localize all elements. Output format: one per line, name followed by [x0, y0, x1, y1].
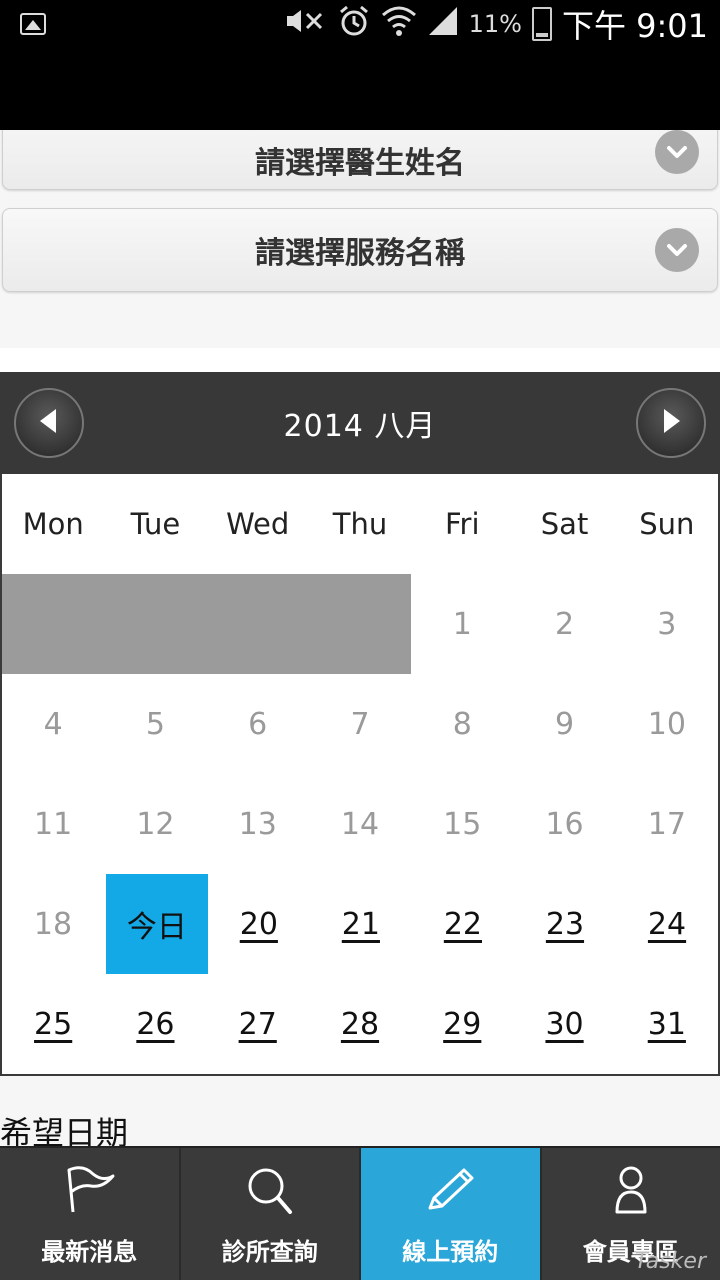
user-icon	[601, 1162, 661, 1232]
service-select-label: 請選擇服務名稱	[255, 236, 465, 271]
calendar-title: 2014 八月	[283, 409, 437, 444]
calendar-week: 25 26 27 28 29 30 31	[2, 974, 718, 1074]
mute-icon	[281, 6, 327, 43]
wifi-icon	[381, 5, 417, 44]
calendar-day: 1	[452, 606, 472, 642]
calendar-day[interactable]: 29	[411, 974, 513, 1074]
calendar-day[interactable]: 20	[208, 874, 310, 974]
empty-day	[2, 574, 105, 674]
calendar-day: 17	[647, 806, 686, 842]
calendar-day[interactable]: 25	[2, 974, 104, 1074]
arrow-right-icon	[654, 404, 688, 442]
calendar-day: 16	[545, 806, 584, 842]
empty-day	[104, 574, 207, 674]
weekday-label: Sun	[639, 507, 695, 541]
flag-icon	[59, 1162, 119, 1232]
calendar-day[interactable]: 30	[513, 974, 615, 1074]
signal-icon	[427, 5, 459, 44]
calendar-day: 2	[555, 606, 575, 642]
calendar-day: 11	[34, 806, 73, 842]
tab-online-booking[interactable]: 線上預約	[361, 1148, 542, 1280]
calendar-week: 1 2 3	[2, 574, 718, 674]
calendar-week: 18 今日 20 21 22 23 24	[2, 874, 718, 974]
watermark: Tasker	[634, 1249, 706, 1274]
calendar-day: 7	[350, 706, 370, 742]
calendar-header: 2014 八月	[0, 372, 720, 474]
battery-icon	[531, 7, 552, 41]
calendar-day[interactable]: 23	[514, 874, 616, 974]
pencil-icon	[420, 1162, 480, 1232]
calendar-day[interactable]: 24	[616, 874, 718, 974]
calendar-day[interactable]: 22	[412, 874, 514, 974]
calendar-day-today[interactable]: 今日	[106, 874, 208, 974]
weekday-label: Thu	[332, 507, 388, 541]
calendar-day: 18	[33, 906, 73, 942]
calendar-grid: Mon Tue Wed Thu Fri Sat Sun 1 2 3 4 5 6 …	[0, 474, 720, 1076]
calendar-day: 9	[555, 706, 575, 742]
calendar-day: 12	[136, 806, 175, 842]
calendar-day: 14	[340, 806, 380, 842]
calendar-day: 15	[443, 806, 482, 842]
chevron-down-icon	[655, 228, 699, 272]
arrow-left-icon	[32, 404, 66, 442]
doctor-select-label: 請選擇醫生姓名	[255, 146, 465, 181]
service-select[interactable]: 請選擇服務名稱	[2, 208, 718, 292]
calendar-day[interactable]: 31	[616, 974, 718, 1074]
search-icon	[240, 1162, 300, 1232]
tab-label: 診所查詢	[221, 1237, 318, 1266]
tab-clinic-search[interactable]: 診所查詢	[181, 1148, 361, 1280]
app-header	[0, 48, 720, 130]
calendar-day[interactable]: 27	[207, 974, 309, 1074]
calendar-week: 4 5 6 7 8 9 10	[2, 674, 718, 774]
next-month-button[interactable]	[636, 388, 706, 458]
weekday-label: Fri	[444, 507, 480, 541]
calendar-day: 5	[145, 706, 165, 742]
separator	[0, 348, 720, 372]
calendar-day: 3	[657, 606, 677, 642]
weekday-label: Sat	[540, 507, 589, 541]
calendar-day: 13	[238, 806, 277, 842]
calendar-day: 6	[248, 706, 268, 742]
clock: 下午 9:01	[561, 7, 708, 45]
tab-label: 線上預約	[402, 1237, 499, 1266]
calendar-week: 11 12 13 14 15 16 17	[2, 774, 718, 874]
empty-day	[308, 574, 412, 674]
calendar-day: 10	[647, 706, 686, 742]
prev-month-button[interactable]	[14, 388, 84, 458]
tab-member-area[interactable]: 會員專區 Tasker	[542, 1148, 720, 1280]
calendar-day[interactable]: 21	[310, 874, 412, 974]
weekday-header-row: Mon Tue Wed Thu Fri Sat Sun	[2, 474, 718, 574]
empty-day	[206, 574, 309, 674]
weekday-label: Wed	[226, 507, 290, 541]
weekday-label: Mon	[22, 507, 84, 541]
calendar-day[interactable]: 26	[104, 974, 206, 1074]
status-bar: 11% 下午 9:01	[0, 0, 720, 48]
tab-news[interactable]: 最新消息	[0, 1148, 181, 1280]
chevron-down-icon	[655, 130, 699, 174]
weekday-label: Tue	[130, 507, 181, 541]
calendar-day: 8	[452, 706, 472, 742]
calendar-day[interactable]: 28	[309, 974, 411, 1074]
bottom-navigation: 最新消息 診所查詢 線上預約 會員專區 Tasker	[0, 1146, 720, 1280]
calendar-day: 4	[43, 706, 63, 742]
tab-label: 最新消息	[41, 1237, 138, 1266]
image-icon	[20, 13, 46, 35]
battery-percent: 11%	[468, 10, 522, 38]
alarm-icon	[337, 4, 371, 45]
